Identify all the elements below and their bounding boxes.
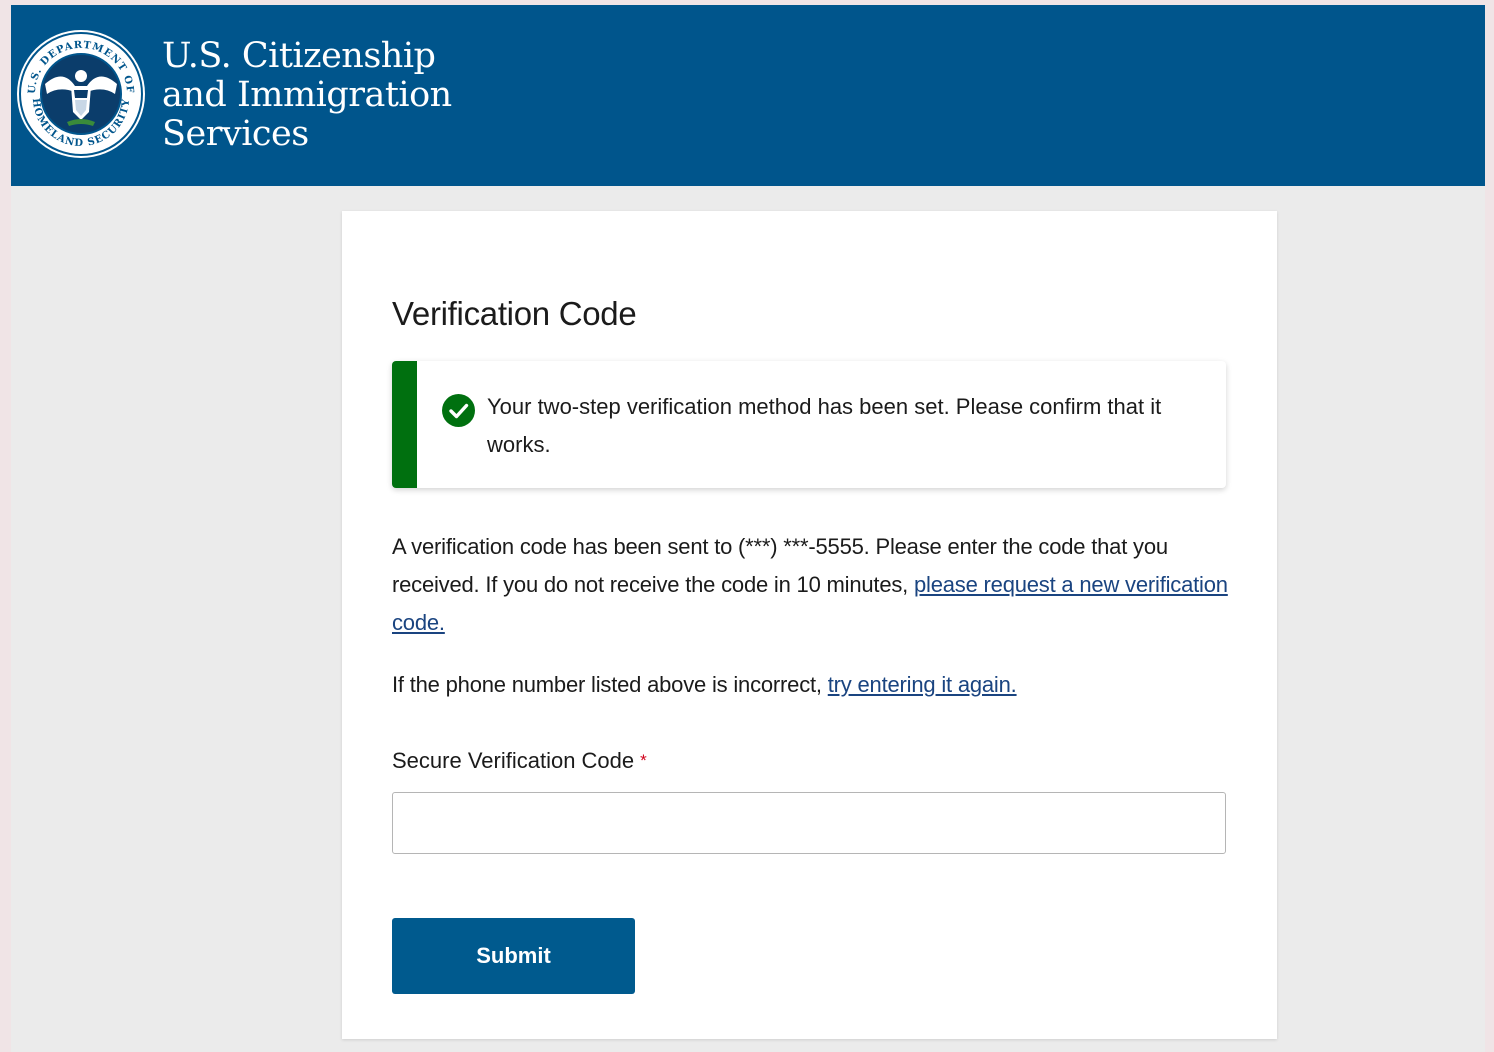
instructions-text: A verification code has been sent to (**… [392, 528, 1237, 642]
code-field-label: Secure Verification Code * [392, 743, 647, 779]
agency-name: U.S. Citizenship and Immigration Service… [162, 37, 452, 154]
code-field-label-text: Secure Verification Code [392, 748, 635, 773]
agency-name-line: and Immigration [162, 75, 452, 115]
verification-card: Verification Code Your two-step verifica… [342, 211, 1277, 1039]
required-asterisk: * [640, 751, 647, 770]
verification-code-input[interactable] [392, 792, 1226, 854]
alert-status-bar [392, 361, 417, 488]
retry-body: If the phone number listed above is inco… [392, 672, 828, 697]
dhs-seal-logo: U.S. DEPARTMENT OF HOMELAND SECURITY [17, 30, 145, 158]
success-alert: Your two-step verification method has be… [392, 361, 1226, 488]
page-title: Verification Code [392, 295, 637, 332]
page: U.S. DEPARTMENT OF HOMELAND SECURITY U.S… [11, 5, 1485, 1052]
try-again-link[interactable]: try entering it again. [828, 672, 1017, 697]
submit-button[interactable]: Submit [392, 918, 635, 994]
check-circle-icon [442, 394, 475, 427]
agency-name-line: U.S. Citizenship [162, 36, 436, 76]
agency-name-line: Services [162, 114, 309, 154]
alert-message: Your two-step verification method has be… [487, 394, 1162, 457]
site-header: U.S. DEPARTMENT OF HOMELAND SECURITY U.S… [11, 5, 1485, 186]
retry-text: If the phone number listed above is inco… [392, 666, 1237, 704]
